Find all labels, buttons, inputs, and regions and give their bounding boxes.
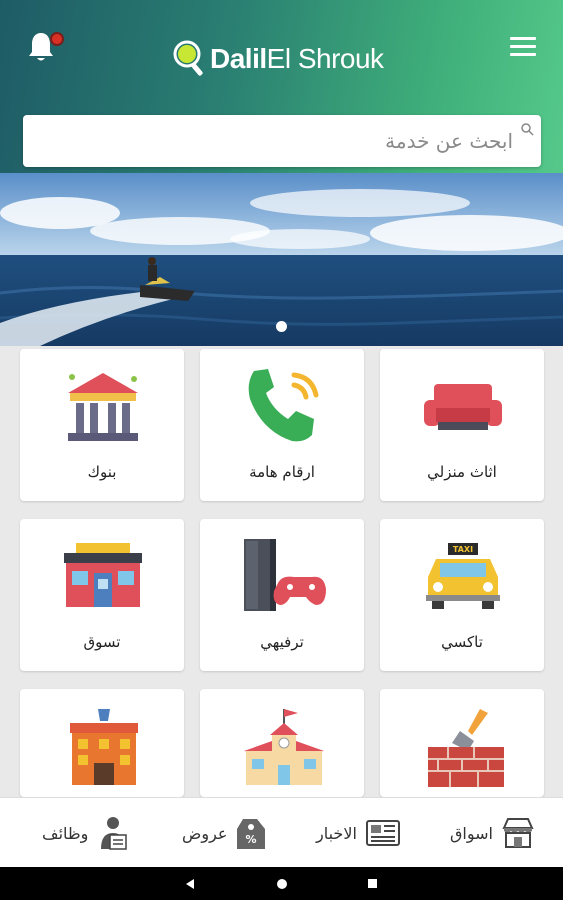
bank-icon: [68, 373, 138, 441]
shop-icon: [64, 543, 142, 607]
category-card-important-numbers[interactable]: ارقام هامة: [200, 349, 364, 501]
category-card-entertainment[interactable]: ترفيهي: [200, 519, 364, 671]
svg-text:TAXI: TAXI: [453, 545, 473, 554]
recents-icon[interactable]: [367, 878, 378, 889]
category-card-shopping[interactable]: تسوق: [20, 519, 184, 671]
system-navigation-bar: [0, 867, 563, 900]
category-card-construction[interactable]: [380, 689, 544, 797]
nav-label: عروض: [182, 823, 228, 843]
category-label: اثاث منزلي: [427, 463, 497, 481]
magnifier-logo-icon: [173, 40, 203, 76]
banner-slide-dot[interactable]: [276, 321, 287, 332]
search-icon: [521, 123, 534, 136]
category-card-schools[interactable]: [200, 689, 364, 797]
construction-bricks-icon: [428, 709, 504, 787]
phone-icon: [248, 369, 319, 442]
app-name-bold: Dalil: [210, 43, 267, 74]
offer-tag-icon: %: [237, 819, 266, 849]
job-person-icon: [101, 817, 128, 850]
nav-label: اسواق: [450, 823, 493, 843]
bottom-navigation: اسواق الاخبار عروض % وظائف: [0, 797, 563, 867]
category-card-furniture[interactable]: اثاث منزلي: [380, 349, 544, 501]
category-label: ارقام هامة: [249, 463, 315, 481]
search-input[interactable]: [33, 123, 513, 159]
search-box: [23, 115, 541, 167]
hamburger-menu-icon[interactable]: [510, 37, 538, 57]
market-stall-icon: [502, 818, 534, 848]
back-icon[interactable]: [184, 878, 196, 890]
category-label: ترفيهي: [260, 633, 304, 651]
app-name-rest: El Shrouk: [266, 43, 384, 74]
school-icon: [244, 709, 324, 785]
nav-item-offers[interactable]: عروض %: [182, 810, 267, 856]
nav-item-markets[interactable]: اسواق: [450, 810, 535, 856]
sofa-icon: [424, 384, 502, 430]
category-card-hotels[interactable]: [20, 689, 184, 797]
category-label: تاكسي: [441, 633, 483, 651]
nav-label: الاخبار: [316, 823, 357, 843]
nav-item-jobs[interactable]: وظائف: [42, 810, 130, 856]
category-card-banks[interactable]: بنوك: [20, 349, 184, 501]
nav-label: وظائف: [42, 823, 89, 843]
home-icon[interactable]: [276, 878, 288, 890]
category-label: بنوك: [87, 463, 117, 481]
svg-text:%: %: [246, 833, 257, 846]
category-label: تسوق: [83, 633, 121, 651]
nav-item-news[interactable]: الاخبار: [316, 810, 401, 856]
taxi-icon: TAXI: [426, 543, 500, 609]
app-logo: DalilEl Shrouk: [172, 38, 384, 80]
category-card-taxi[interactable]: TAXI تاكسي: [380, 519, 544, 671]
app-header: DalilEl Shrouk: [0, 0, 563, 173]
notification-badge: [50, 32, 64, 46]
hotel-building-icon: [70, 709, 138, 785]
newspaper-icon: [365, 820, 400, 846]
game-console-icon: [244, 539, 326, 611]
